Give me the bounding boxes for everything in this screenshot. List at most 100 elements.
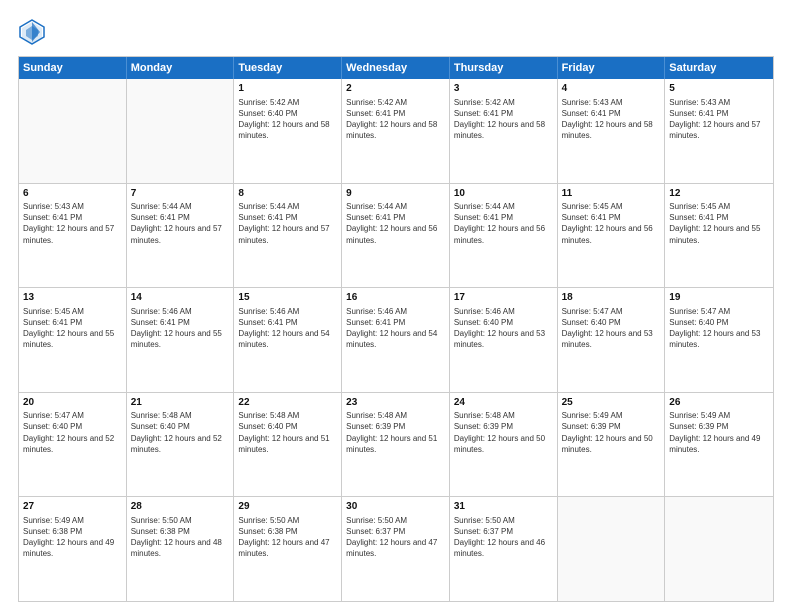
cell-sun-info: Sunrise: 5:50 AM Sunset: 6:38 PM Dayligh…	[238, 515, 337, 560]
page-header	[18, 18, 774, 46]
weekday-header: Thursday	[450, 57, 558, 79]
cell-day-number: 24	[454, 396, 553, 410]
cell-day-number: 1	[238, 82, 337, 96]
cell-sun-info: Sunrise: 5:48 AM Sunset: 6:39 PM Dayligh…	[454, 410, 553, 455]
cell-sun-info: Sunrise: 5:48 AM Sunset: 6:40 PM Dayligh…	[238, 410, 337, 455]
calendar-cell: 8Sunrise: 5:44 AM Sunset: 6:41 PM Daylig…	[234, 184, 342, 288]
cell-day-number: 22	[238, 396, 337, 410]
cell-day-number: 6	[23, 187, 122, 201]
cell-sun-info: Sunrise: 5:49 AM Sunset: 6:39 PM Dayligh…	[669, 410, 769, 455]
calendar-cell: 28Sunrise: 5:50 AM Sunset: 6:38 PM Dayli…	[127, 497, 235, 601]
calendar-cell	[19, 79, 127, 183]
calendar-cell: 16Sunrise: 5:46 AM Sunset: 6:41 PM Dayli…	[342, 288, 450, 392]
calendar-cell: 13Sunrise: 5:45 AM Sunset: 6:41 PM Dayli…	[19, 288, 127, 392]
cell-sun-info: Sunrise: 5:43 AM Sunset: 6:41 PM Dayligh…	[669, 97, 769, 142]
cell-day-number: 25	[562, 396, 661, 410]
calendar-cell	[665, 497, 773, 601]
cell-day-number: 23	[346, 396, 445, 410]
calendar-cell: 19Sunrise: 5:47 AM Sunset: 6:40 PM Dayli…	[665, 288, 773, 392]
cell-sun-info: Sunrise: 5:50 AM Sunset: 6:37 PM Dayligh…	[454, 515, 553, 560]
cell-day-number: 21	[131, 396, 230, 410]
calendar: SundayMondayTuesdayWednesdayThursdayFrid…	[18, 56, 774, 602]
cell-sun-info: Sunrise: 5:48 AM Sunset: 6:39 PM Dayligh…	[346, 410, 445, 455]
calendar-cell: 30Sunrise: 5:50 AM Sunset: 6:37 PM Dayli…	[342, 497, 450, 601]
calendar-cell: 15Sunrise: 5:46 AM Sunset: 6:41 PM Dayli…	[234, 288, 342, 392]
cell-day-number: 18	[562, 291, 661, 305]
cell-day-number: 27	[23, 500, 122, 514]
cell-day-number: 15	[238, 291, 337, 305]
cell-sun-info: Sunrise: 5:43 AM Sunset: 6:41 PM Dayligh…	[23, 201, 122, 246]
cell-sun-info: Sunrise: 5:50 AM Sunset: 6:37 PM Dayligh…	[346, 515, 445, 560]
cell-sun-info: Sunrise: 5:42 AM Sunset: 6:41 PM Dayligh…	[454, 97, 553, 142]
calendar-cell: 5Sunrise: 5:43 AM Sunset: 6:41 PM Daylig…	[665, 79, 773, 183]
calendar-cell: 29Sunrise: 5:50 AM Sunset: 6:38 PM Dayli…	[234, 497, 342, 601]
calendar-cell: 23Sunrise: 5:48 AM Sunset: 6:39 PM Dayli…	[342, 393, 450, 497]
cell-sun-info: Sunrise: 5:48 AM Sunset: 6:40 PM Dayligh…	[131, 410, 230, 455]
calendar-cell	[558, 497, 666, 601]
cell-sun-info: Sunrise: 5:45 AM Sunset: 6:41 PM Dayligh…	[669, 201, 769, 246]
cell-sun-info: Sunrise: 5:44 AM Sunset: 6:41 PM Dayligh…	[238, 201, 337, 246]
calendar-cell: 6Sunrise: 5:43 AM Sunset: 6:41 PM Daylig…	[19, 184, 127, 288]
calendar-cell: 3Sunrise: 5:42 AM Sunset: 6:41 PM Daylig…	[450, 79, 558, 183]
cell-sun-info: Sunrise: 5:44 AM Sunset: 6:41 PM Dayligh…	[454, 201, 553, 246]
cell-sun-info: Sunrise: 5:42 AM Sunset: 6:41 PM Dayligh…	[346, 97, 445, 142]
cell-sun-info: Sunrise: 5:46 AM Sunset: 6:41 PM Dayligh…	[131, 306, 230, 351]
calendar-cell: 11Sunrise: 5:45 AM Sunset: 6:41 PM Dayli…	[558, 184, 666, 288]
calendar-cell: 31Sunrise: 5:50 AM Sunset: 6:37 PM Dayli…	[450, 497, 558, 601]
cell-sun-info: Sunrise: 5:43 AM Sunset: 6:41 PM Dayligh…	[562, 97, 661, 142]
cell-sun-info: Sunrise: 5:49 AM Sunset: 6:39 PM Dayligh…	[562, 410, 661, 455]
cell-sun-info: Sunrise: 5:46 AM Sunset: 6:41 PM Dayligh…	[238, 306, 337, 351]
calendar-cell: 4Sunrise: 5:43 AM Sunset: 6:41 PM Daylig…	[558, 79, 666, 183]
cell-day-number: 28	[131, 500, 230, 514]
calendar-cell: 7Sunrise: 5:44 AM Sunset: 6:41 PM Daylig…	[127, 184, 235, 288]
cell-sun-info: Sunrise: 5:46 AM Sunset: 6:41 PM Dayligh…	[346, 306, 445, 351]
cell-sun-info: Sunrise: 5:47 AM Sunset: 6:40 PM Dayligh…	[562, 306, 661, 351]
cell-day-number: 16	[346, 291, 445, 305]
cell-day-number: 14	[131, 291, 230, 305]
cell-day-number: 12	[669, 187, 769, 201]
cell-sun-info: Sunrise: 5:45 AM Sunset: 6:41 PM Dayligh…	[23, 306, 122, 351]
calendar-week-row: 27Sunrise: 5:49 AM Sunset: 6:38 PM Dayli…	[19, 497, 773, 601]
weekday-header: Wednesday	[342, 57, 450, 79]
cell-sun-info: Sunrise: 5:50 AM Sunset: 6:38 PM Dayligh…	[131, 515, 230, 560]
calendar-week-row: 20Sunrise: 5:47 AM Sunset: 6:40 PM Dayli…	[19, 393, 773, 498]
cell-sun-info: Sunrise: 5:47 AM Sunset: 6:40 PM Dayligh…	[23, 410, 122, 455]
cell-day-number: 29	[238, 500, 337, 514]
cell-day-number: 10	[454, 187, 553, 201]
calendar-cell: 2Sunrise: 5:42 AM Sunset: 6:41 PM Daylig…	[342, 79, 450, 183]
calendar-week-row: 13Sunrise: 5:45 AM Sunset: 6:41 PM Dayli…	[19, 288, 773, 393]
cell-day-number: 5	[669, 82, 769, 96]
weekday-header: Friday	[558, 57, 666, 79]
cell-day-number: 7	[131, 187, 230, 201]
cell-day-number: 11	[562, 187, 661, 201]
cell-day-number: 4	[562, 82, 661, 96]
calendar-body: 1Sunrise: 5:42 AM Sunset: 6:40 PM Daylig…	[19, 79, 773, 601]
calendar-cell: 9Sunrise: 5:44 AM Sunset: 6:41 PM Daylig…	[342, 184, 450, 288]
calendar-cell: 10Sunrise: 5:44 AM Sunset: 6:41 PM Dayli…	[450, 184, 558, 288]
cell-day-number: 31	[454, 500, 553, 514]
calendar-cell: 22Sunrise: 5:48 AM Sunset: 6:40 PM Dayli…	[234, 393, 342, 497]
cell-day-number: 13	[23, 291, 122, 305]
calendar-cell	[127, 79, 235, 183]
calendar-cell: 12Sunrise: 5:45 AM Sunset: 6:41 PM Dayli…	[665, 184, 773, 288]
cell-sun-info: Sunrise: 5:49 AM Sunset: 6:38 PM Dayligh…	[23, 515, 122, 560]
calendar-cell: 21Sunrise: 5:48 AM Sunset: 6:40 PM Dayli…	[127, 393, 235, 497]
weekday-header: Tuesday	[234, 57, 342, 79]
cell-sun-info: Sunrise: 5:47 AM Sunset: 6:40 PM Dayligh…	[669, 306, 769, 351]
cell-day-number: 20	[23, 396, 122, 410]
weekday-header: Sunday	[19, 57, 127, 79]
cell-day-number: 9	[346, 187, 445, 201]
calendar-header: SundayMondayTuesdayWednesdayThursdayFrid…	[19, 57, 773, 79]
cell-day-number: 26	[669, 396, 769, 410]
cell-day-number: 19	[669, 291, 769, 305]
calendar-cell: 26Sunrise: 5:49 AM Sunset: 6:39 PM Dayli…	[665, 393, 773, 497]
cell-sun-info: Sunrise: 5:46 AM Sunset: 6:40 PM Dayligh…	[454, 306, 553, 351]
calendar-cell: 1Sunrise: 5:42 AM Sunset: 6:40 PM Daylig…	[234, 79, 342, 183]
calendar-cell: 14Sunrise: 5:46 AM Sunset: 6:41 PM Dayli…	[127, 288, 235, 392]
calendar-cell: 18Sunrise: 5:47 AM Sunset: 6:40 PM Dayli…	[558, 288, 666, 392]
cell-day-number: 17	[454, 291, 553, 305]
calendar-cell: 25Sunrise: 5:49 AM Sunset: 6:39 PM Dayli…	[558, 393, 666, 497]
calendar-cell: 24Sunrise: 5:48 AM Sunset: 6:39 PM Dayli…	[450, 393, 558, 497]
weekday-header: Saturday	[665, 57, 773, 79]
cell-day-number: 3	[454, 82, 553, 96]
